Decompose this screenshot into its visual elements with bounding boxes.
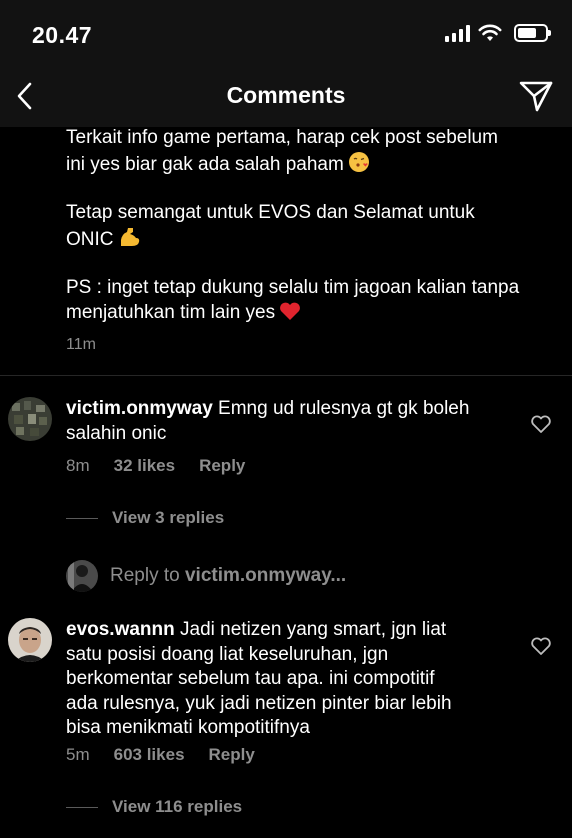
avatar[interactable] (8, 618, 52, 662)
wifi-icon (478, 24, 502, 41)
caption-line-with-emoji: menjatuhkan tim lain yes (66, 301, 566, 326)
likes-count[interactable]: 32 likes (114, 456, 175, 476)
reply-to-prompt[interactable]: Reply to victim.onmyway... (66, 560, 346, 592)
avatar[interactable] (8, 397, 52, 441)
view-replies-button[interactable]: View 3 replies (66, 508, 224, 528)
view-replies-label: View 116 replies (112, 797, 243, 816)
view-replies-label: View 3 replies (112, 508, 225, 527)
red-heart-emoji-icon (280, 302, 301, 320)
likes-count[interactable]: 603 likes (114, 745, 185, 765)
comment-body: berkomentar sebelum tau apa. ini compoti… (66, 668, 435, 689)
reply-button[interactable]: Reply (199, 456, 245, 476)
reply-avatar (66, 560, 98, 592)
reply-button[interactable]: Reply (209, 745, 255, 765)
caption-line-with-emoji: ONIC (66, 226, 566, 253)
comment-timestamp: 8m (66, 456, 90, 475)
replies-line (66, 517, 98, 519)
view-replies-button[interactable]: View 116 replies (66, 797, 242, 817)
heart-icon[interactable] (530, 636, 552, 656)
post-caption: Terkait info game pertama, harap cek pos… (66, 126, 566, 325)
signal-icon (445, 24, 470, 42)
comment-body: ada rulesnya, yuk jadi netizen pinter bi… (66, 692, 452, 714)
comment-body: salahin onic (66, 422, 167, 444)
comment-body: satu posisi doang liat keseluruhan, jgn (66, 643, 389, 665)
caption-line: Terkait info game pertama, harap cek pos… (66, 127, 498, 148)
flexed-biceps-emoji-icon (120, 227, 139, 246)
comment-meta: 5m 603 likes Reply (66, 745, 255, 765)
comment-username[interactable]: victim.onmyway (66, 398, 213, 419)
share-send-icon[interactable] (518, 78, 554, 114)
kissing-heart-emoji-icon (348, 151, 369, 172)
comment-body: Emng ud rulesnya gt gk boleh (212, 398, 470, 419)
replies-line (66, 806, 98, 808)
comment-meta: 8m 32 likes Reply (66, 456, 245, 476)
heart-icon[interactable] (530, 414, 552, 434)
status-time: 20.47 (32, 22, 93, 48)
status-bar: 20.47 (0, 0, 572, 70)
comment-text: victim.onmyway Emng ud rulesnya gt gk bo… (66, 397, 516, 446)
comment-username[interactable]: evos.wannn (66, 619, 175, 640)
caption-line: Tetap semangat untuk EVOS dan Selamat un… (66, 202, 475, 223)
caption-line: PS : inget tetap dukung selalu tim jagoa… (66, 277, 520, 298)
caption-timestamp: 11m (66, 336, 96, 353)
comment-body: Jadi netizen yang smart, jgn liat (174, 619, 447, 640)
nav-bar: Comments (0, 70, 572, 127)
page-title: Comments (226, 82, 346, 108)
comment-body: bisa menikmati kompotitifnya (66, 717, 310, 738)
caption-line-with-emoji: ini yes biar gak ada salah paham (66, 151, 566, 178)
comment-text: evos.wannn Jadi netizen yang smart, jgn … (66, 618, 516, 741)
reply-to-text: Reply to victim.onmyway... (110, 565, 347, 586)
divider (0, 375, 572, 376)
battery-icon (514, 24, 551, 42)
status-icons (445, 24, 551, 42)
comment-timestamp: 5m (66, 745, 90, 764)
